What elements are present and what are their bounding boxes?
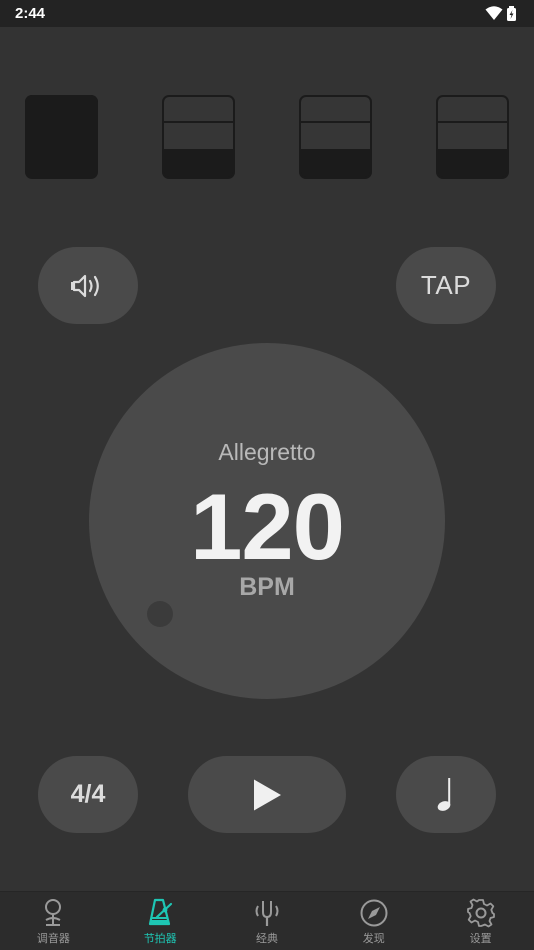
tempo-dial[interactable]: Allegretto 120 BPM (89, 343, 445, 699)
beat-indicator-1[interactable] (25, 95, 98, 179)
nav-item-metronome[interactable]: 节拍器 (107, 892, 214, 950)
quarter-note-icon (437, 777, 451, 811)
time-signature-button[interactable]: 4/4 (38, 756, 138, 833)
note-value-button[interactable] (396, 756, 496, 833)
nav-item-settings[interactable]: 设置 (427, 892, 534, 950)
nav-item-tuner[interactable]: 调音器 (0, 892, 107, 950)
beat-position-dot (147, 601, 173, 627)
battery-icon (507, 6, 516, 21)
nav-label-classic: 经典 (255, 932, 278, 945)
beat-indicator-4[interactable] (436, 95, 509, 179)
beat-indicator-2[interactable] (162, 95, 235, 179)
bottom-navigation: 调音器 节拍器 经典 发现 设置 (0, 891, 534, 950)
status-time: 2:44 (15, 5, 46, 22)
sound-button[interactable] (38, 247, 138, 324)
nav-item-classic[interactable]: 经典 (214, 892, 321, 950)
tuning-fork-icon (255, 901, 279, 926)
gear-icon (466, 898, 495, 928)
time-signature-label: 4/4 (70, 780, 106, 808)
status-bar: 2:44 (0, 0, 534, 27)
status-icons (485, 5, 520, 22)
metronome-icon (149, 898, 173, 926)
nav-label-discover: 发现 (362, 932, 385, 945)
play-icon (254, 779, 281, 810)
tap-label: TAP (420, 270, 472, 300)
compass-icon (360, 899, 388, 927)
play-button[interactable] (188, 756, 346, 833)
nav-item-discover[interactable]: 发现 (320, 892, 427, 950)
wifi-icon (485, 6, 503, 20)
nav-label-settings: 设置 (469, 932, 492, 945)
bpm-value: 120 (190, 474, 345, 579)
speaker-icon (71, 274, 99, 297)
beat-indicator-3[interactable] (299, 95, 372, 179)
nav-label-tuner: 调音器 (36, 932, 70, 945)
tuner-icon (45, 899, 62, 926)
nav-label-metronome: 节拍器 (143, 932, 177, 945)
bpm-unit: BPM (239, 573, 295, 601)
tap-tempo-button[interactable]: TAP (396, 247, 496, 324)
tempo-name: Allegretto (218, 439, 316, 465)
